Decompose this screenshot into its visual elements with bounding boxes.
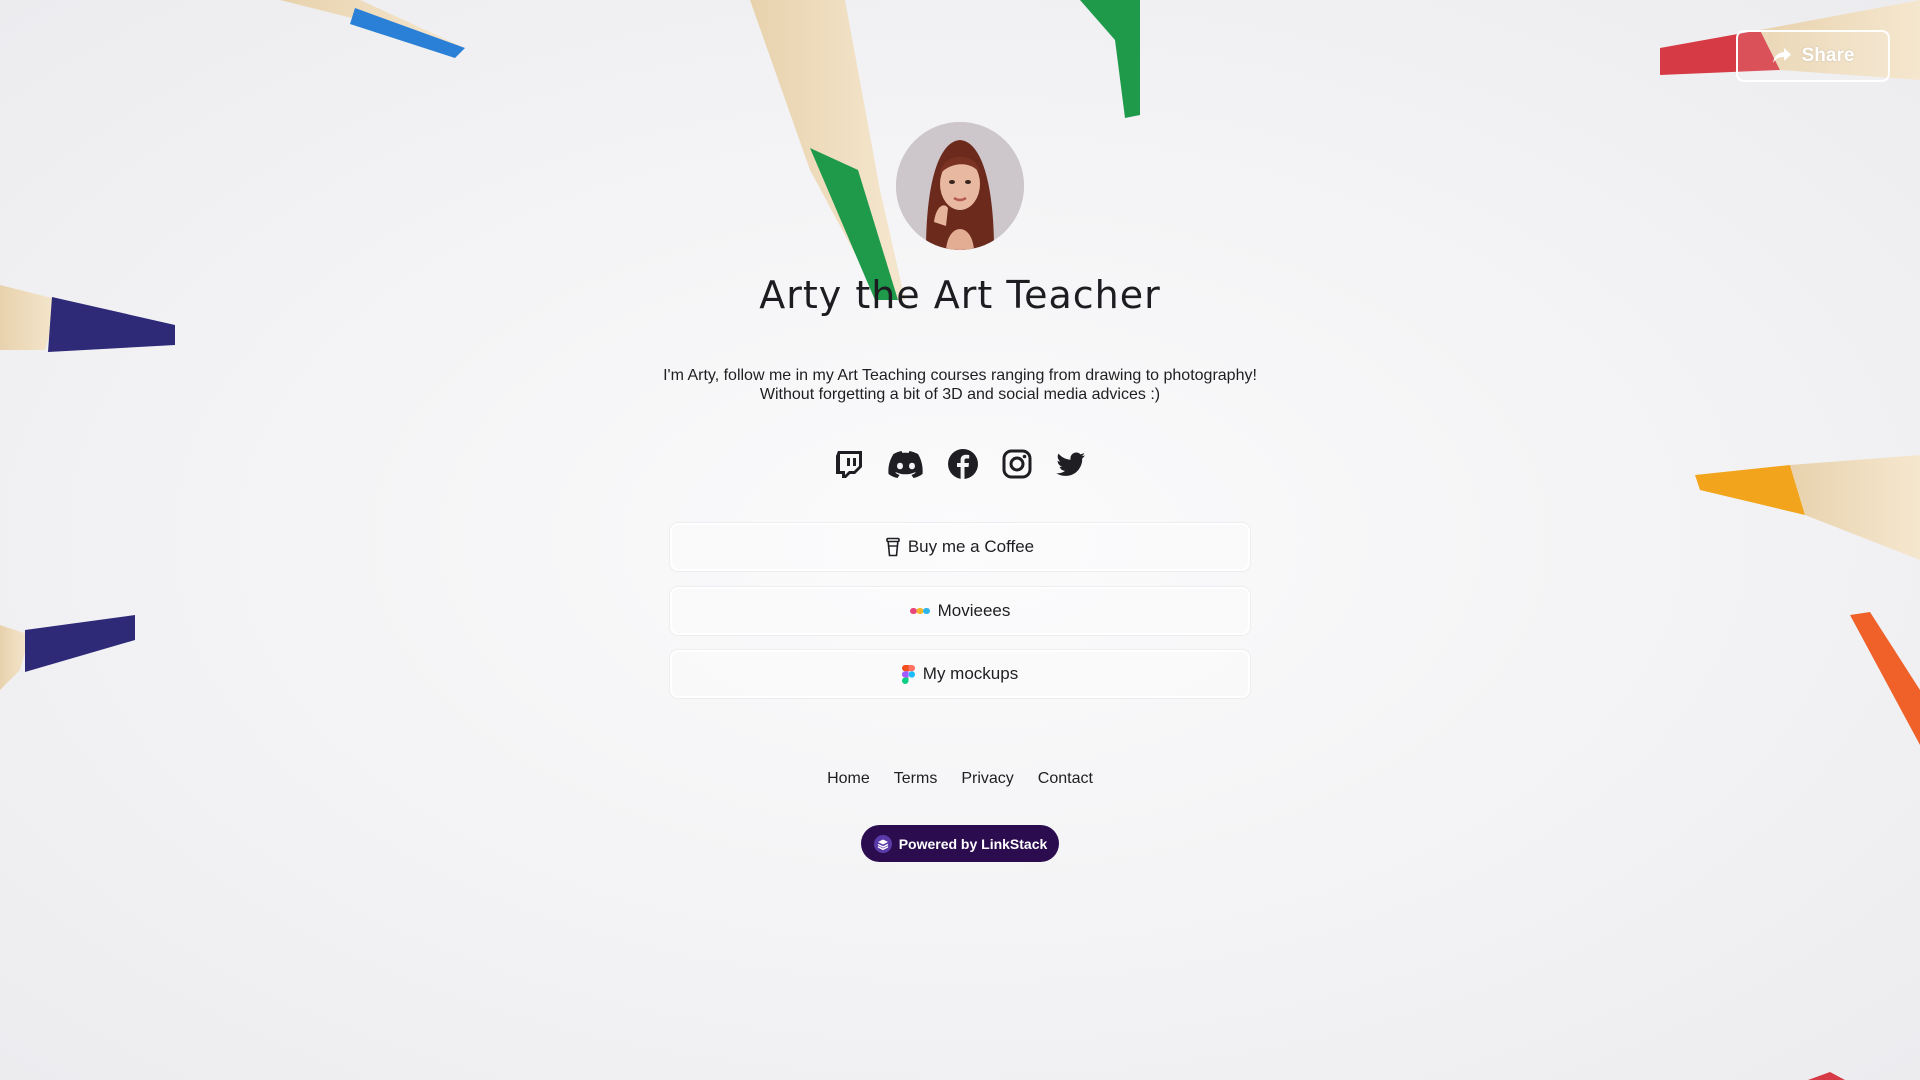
orange-pencil: [1850, 612, 1920, 745]
facebook-link[interactable]: [947, 448, 979, 480]
twitter-link[interactable]: [1055, 448, 1087, 480]
linkstack-logo-icon: [873, 834, 892, 853]
footer-home-link[interactable]: Home: [827, 770, 870, 788]
my-mockups-button[interactable]: My mockups: [670, 650, 1250, 698]
instagram-link[interactable]: [1001, 448, 1033, 480]
bio-text: I'm Arty, follow me in my Art Teaching c…: [663, 367, 1257, 403]
share-label: Share: [1801, 45, 1855, 66]
powered-by-linkstack-badge[interactable]: Powered by LinkStack: [861, 825, 1059, 862]
powered-by-label: Powered by LinkStack: [898, 835, 1048, 852]
coffee-cup-icon: [886, 537, 900, 557]
my-mockups-label: My mockups: [922, 664, 1019, 683]
red-pencil-bottom: [1808, 1072, 1845, 1080]
footer-privacy-link[interactable]: Privacy: [961, 770, 1013, 788]
footer-nav: Home Terms Privacy Contact: [0, 770, 1920, 788]
twitch-link[interactable]: [833, 448, 865, 480]
twitch-icon: [836, 451, 862, 478]
avatar[interactable]: [896, 122, 1024, 250]
twitter-icon: [1056, 452, 1085, 476]
movieees-label: Movieees: [937, 601, 1011, 620]
instagram-icon: [1002, 449, 1032, 479]
dots-icon: [909, 608, 930, 614]
share-arrow-icon: [1772, 48, 1791, 63]
page-title: Arty the Art Teacher: [759, 273, 1161, 317]
figma-icon: [901, 664, 915, 684]
share-button[interactable]: Share: [1736, 30, 1890, 82]
green-pencil-top: [1080, 0, 1140, 118]
navy-pencil-lower: [0, 615, 135, 690]
blue-pencil: [280, 0, 465, 58]
discord-link[interactable]: [887, 448, 925, 480]
movieees-button[interactable]: Movieees: [670, 587, 1250, 635]
footer-terms-link[interactable]: Terms: [894, 770, 938, 788]
buy-coffee-label: Buy me a Coffee: [907, 537, 1035, 556]
discord-icon: [888, 451, 923, 478]
facebook-icon: [948, 449, 978, 479]
social-icons: [0, 448, 1920, 480]
green-pencil-center: [750, 0, 905, 300]
footer-contact-link[interactable]: Contact: [1038, 770, 1093, 788]
profile-photo: [896, 122, 1024, 250]
buy-coffee-button[interactable]: Buy me a Coffee: [670, 523, 1250, 571]
